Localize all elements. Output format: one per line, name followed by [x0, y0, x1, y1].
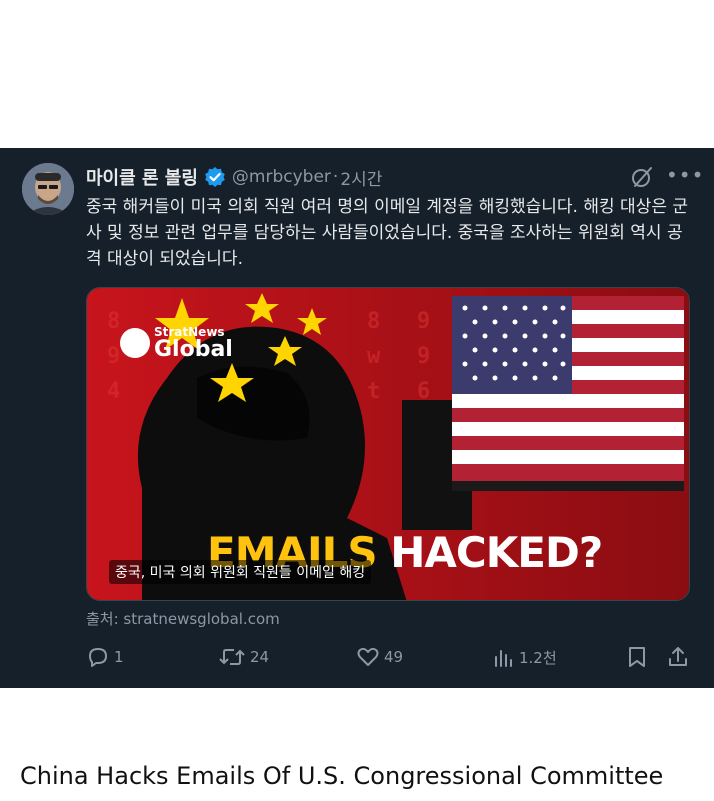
share-icon [669, 647, 687, 666]
bookmark-button[interactable] [626, 645, 652, 669]
views-button[interactable]: 1.2천 [491, 645, 557, 669]
tweet-card[interactable]: 마이클 론 볼링 @mrbcyber · 2시간 ••• 중국 해커들이 미국 … [0, 148, 714, 688]
verified-badge-icon [204, 166, 226, 188]
logo-circle-icon [120, 328, 150, 358]
headline-hacked: HACKED? [390, 528, 603, 577]
svg-text:t: t [367, 379, 380, 404]
svg-text:9: 9 [107, 344, 120, 369]
reply-icon [89, 648, 107, 667]
grok-icon[interactable] [630, 165, 654, 189]
svg-text:9: 9 [417, 344, 430, 369]
repost-button[interactable]: 24 [218, 645, 269, 669]
separator-dot: · [332, 167, 339, 187]
svg-text:9: 9 [417, 309, 430, 334]
tweet-time[interactable]: 2시간 [340, 165, 382, 190]
tweet-text: 중국 해커들이 미국 의회 직원 여러 명의 이메일 계정을 해킹했습니다. 해… [86, 197, 689, 269]
share-button[interactable] [666, 645, 694, 669]
heart-icon [357, 647, 379, 666]
svg-text:8: 8 [367, 309, 380, 334]
svg-text:4: 4 [107, 379, 120, 404]
view-count: 1.2천 [519, 648, 557, 667]
user-handle[interactable]: @mrbcyber [232, 167, 331, 187]
reply-count: 1 [114, 648, 124, 666]
more-icon[interactable]: ••• [666, 163, 704, 187]
svg-text:8: 8 [107, 309, 120, 334]
tweet-media-image[interactable]: 894 8wt 996 854 [86, 287, 690, 601]
analytics-icon [495, 650, 512, 667]
stratnews-logo: StratNews Global [120, 325, 233, 361]
repost-icon [219, 649, 245, 665]
repost-count: 24 [250, 648, 270, 666]
tweet-actions: 1 24 49 1.2천 [86, 645, 692, 671]
display-name[interactable]: 마이클 론 볼링 [86, 164, 198, 190]
avatar[interactable] [22, 163, 74, 215]
like-button[interactable]: 49 [356, 645, 403, 669]
page-caption: China Hacks Emails Of U.S. Congressional… [20, 762, 664, 790]
source-link[interactable]: 출처: stratnewsglobal.com [86, 608, 280, 629]
like-count: 49 [384, 648, 404, 666]
reply-button[interactable]: 1 [86, 645, 124, 669]
media-caption: 중국, 미국 의회 위원회 직원들 이메일 해킹 [109, 560, 372, 584]
tweet-header: 마이클 론 볼링 @mrbcyber · 2시간 [86, 164, 382, 190]
svg-text:w: w [367, 344, 381, 369]
bookmark-icon [629, 647, 645, 667]
logo-text-bottom: Global [154, 337, 233, 362]
